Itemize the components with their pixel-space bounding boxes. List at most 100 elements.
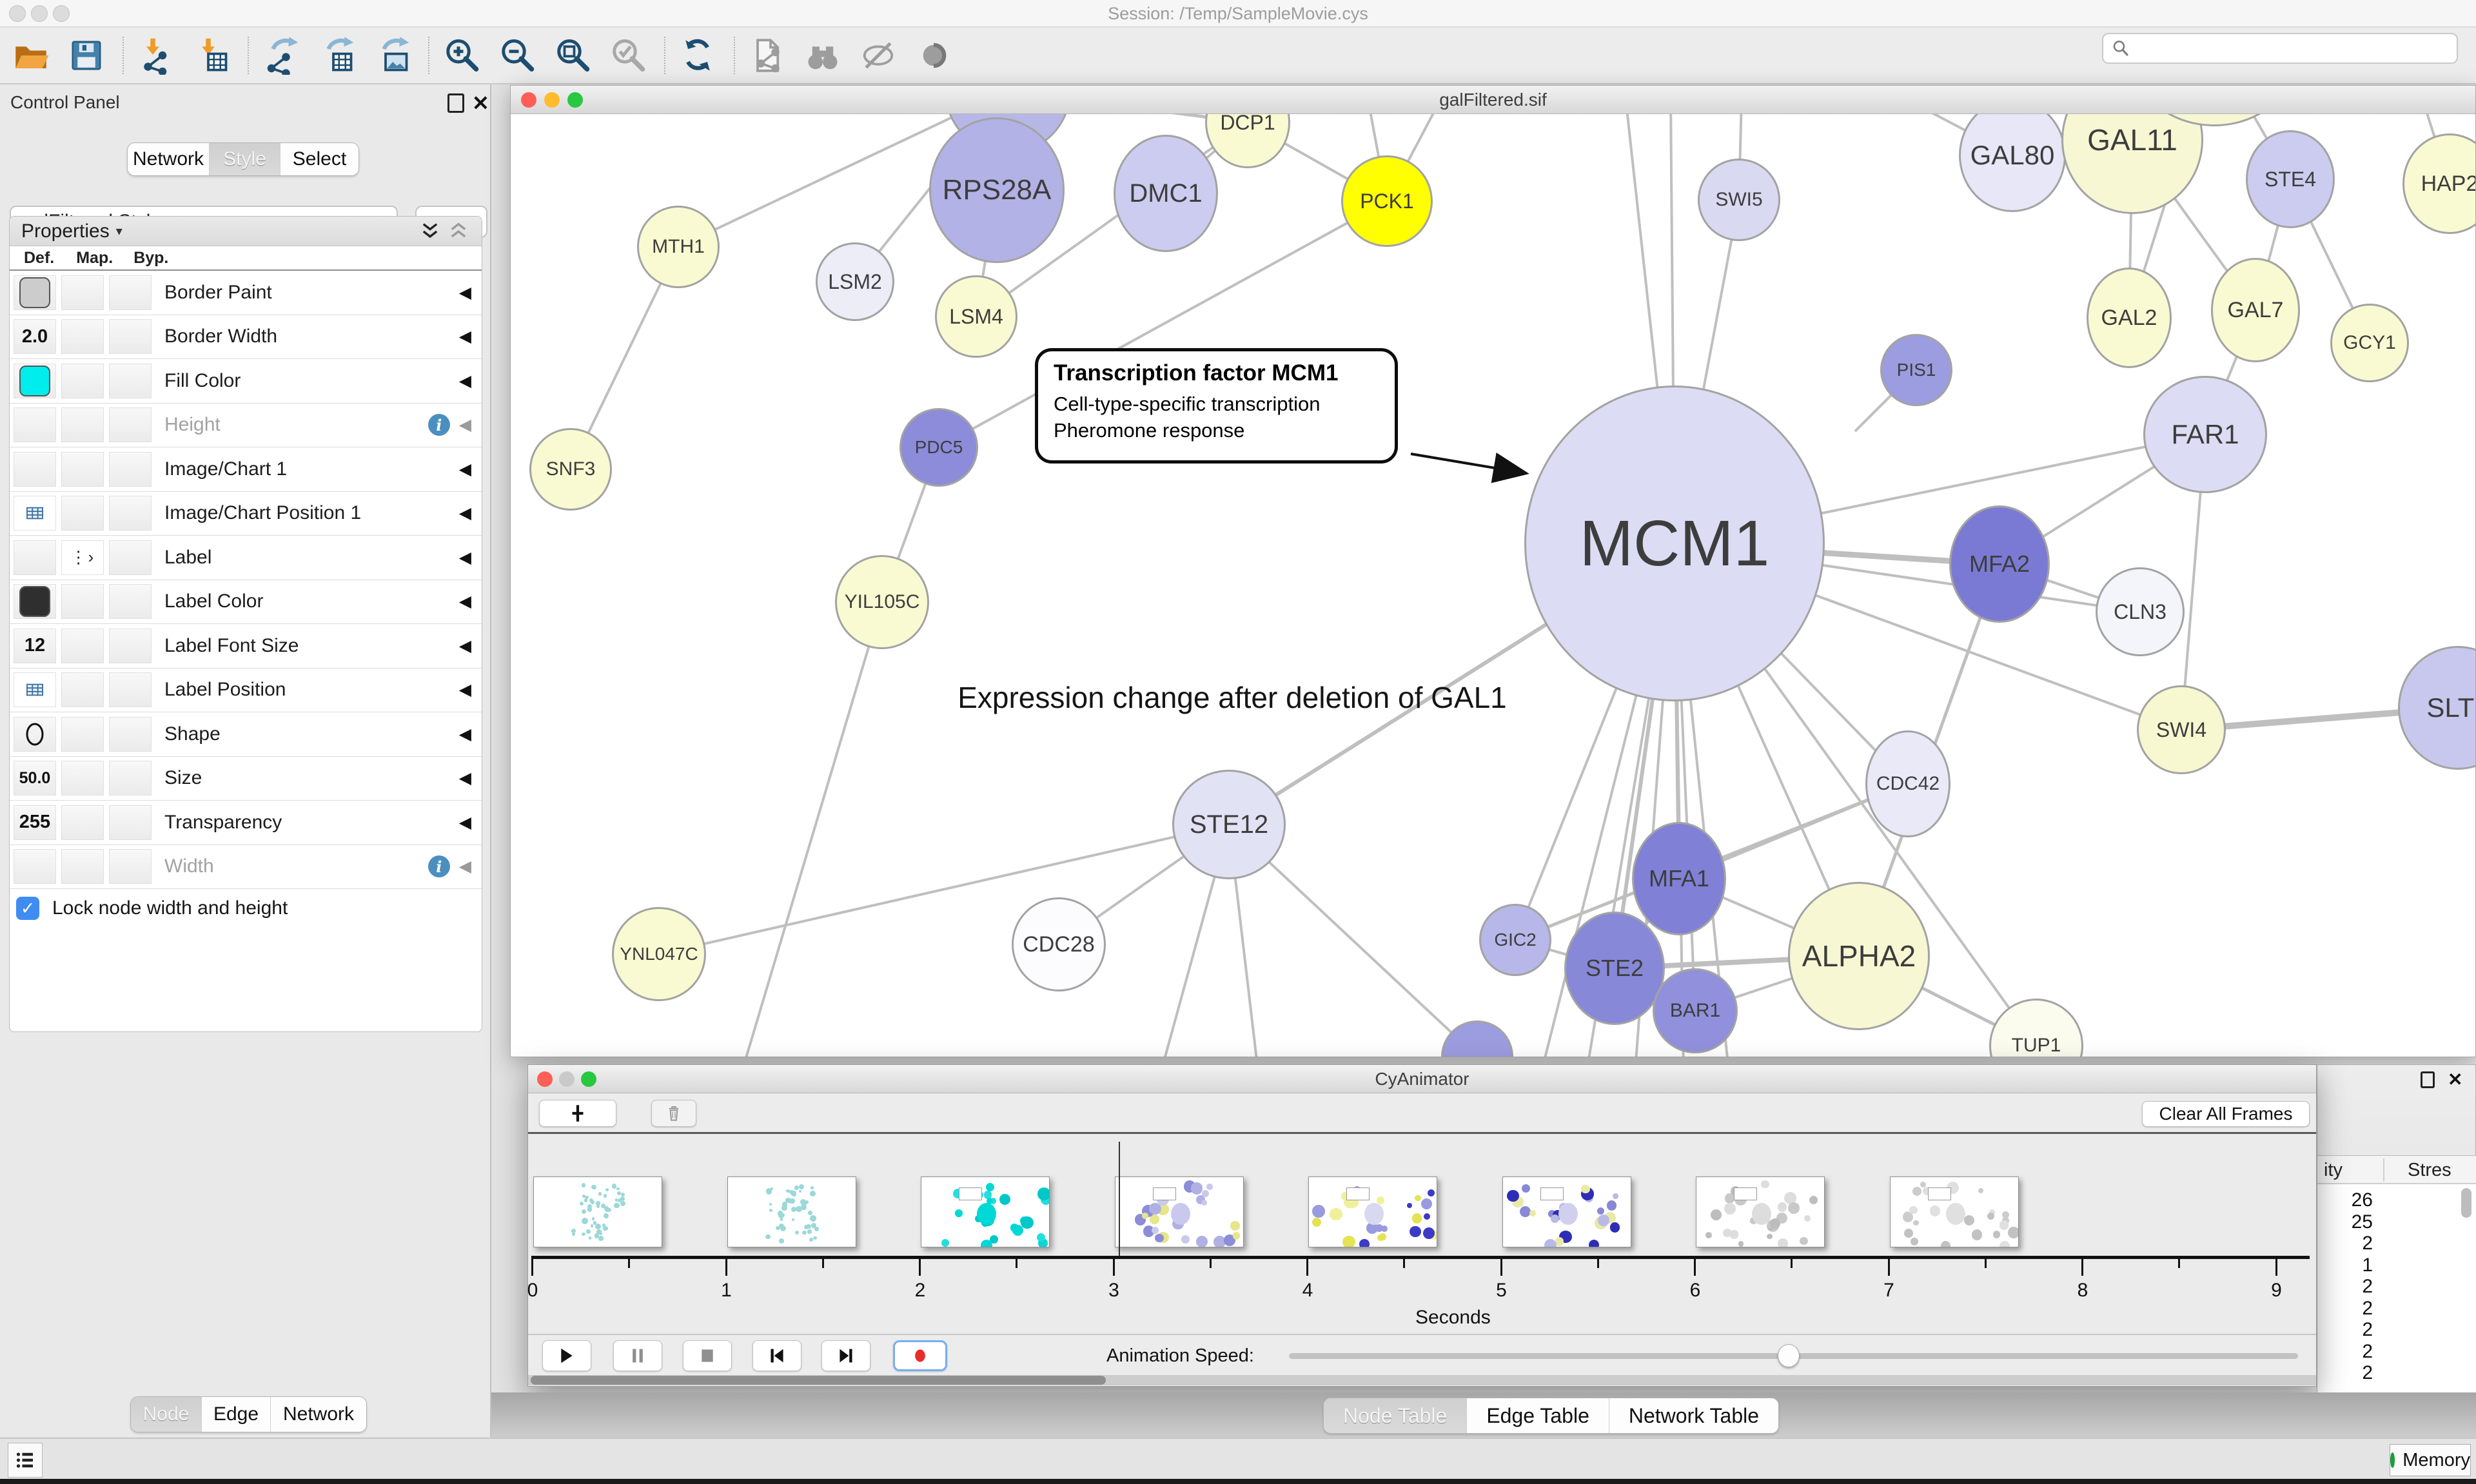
mapping-cell[interactable] (61, 452, 104, 487)
default-value-cell[interactable] (14, 540, 56, 575)
info-icon[interactable]: i (428, 855, 450, 877)
float-panel-icon[interactable] (447, 93, 464, 113)
expand-property-icon[interactable]: ◀ (459, 680, 471, 699)
lock-node-size-checkbox[interactable]: ✓ (16, 897, 39, 920)
stop-button[interactable] (683, 1340, 732, 1371)
expand-property-icon[interactable]: ◀ (459, 592, 471, 611)
tab-network-table[interactable]: Network Table (1609, 1398, 1778, 1433)
bypass-cell[interactable] (109, 805, 152, 840)
property-row-fill-color[interactable]: Fill Color◀ (10, 359, 482, 404)
mapping-cell[interactable] (61, 319, 104, 354)
show-panels-button[interactable] (8, 1443, 43, 1478)
table-cell-value[interactable]: 1 (2317, 1255, 2373, 1276)
timeline-playhead[interactable] (1119, 1142, 1120, 1258)
table-cell-value[interactable]: 2 (2317, 1233, 2373, 1255)
expand-property-icon[interactable]: ◀ (459, 460, 471, 479)
save-session-button[interactable] (64, 34, 108, 77)
animation-speed-slider[interactable] (1289, 1353, 2298, 1359)
find-button[interactable] (801, 34, 845, 77)
bypass-cell[interactable] (109, 629, 152, 663)
zoom-out-button[interactable] (495, 34, 539, 77)
clear-all-frames-button[interactable]: Clear All Frames (2142, 1101, 2310, 1127)
mapping-cell[interactable] (61, 496, 104, 531)
tab-edge-table[interactable]: Edge Table (1466, 1398, 1609, 1433)
expand-property-icon[interactable]: ◀ (459, 725, 471, 744)
frame-thumbnail-4[interactable] (1308, 1176, 1437, 1247)
default-value-cell[interactable]: 255 (14, 805, 56, 840)
property-row-border-paint[interactable]: Border Paint◀ (10, 271, 482, 315)
expand-property-icon[interactable]: ◀ (459, 857, 471, 876)
expand-property-icon[interactable]: ◀ (459, 813, 471, 832)
play-button[interactable] (542, 1340, 591, 1371)
default-value-cell[interactable]: 50.0 (14, 761, 56, 796)
default-value-cell[interactable] (14, 496, 56, 531)
frame-thumbnail-5[interactable] (1502, 1176, 1631, 1247)
tab-select[interactable]: Select (280, 143, 359, 175)
frame-thumbnail-1[interactable] (727, 1176, 856, 1247)
float-panel-icon[interactable] (2421, 1071, 2435, 1088)
expand-property-icon[interactable]: ◀ (459, 371, 471, 391)
table-cell-value[interactable]: 2 (2317, 1319, 2373, 1341)
hide-details-button[interactable] (856, 34, 900, 77)
open-session-button[interactable] (9, 34, 53, 77)
table-scrollbar[interactable] (2461, 1188, 2471, 1388)
timeline-scrollbar[interactable] (528, 1375, 2316, 1385)
table-cell-value[interactable]: 2 (2317, 1298, 2373, 1320)
frame-thumbnail-2[interactable] (921, 1176, 1050, 1247)
default-value-cell[interactable] (14, 452, 56, 487)
bypass-cell[interactable] (109, 407, 152, 442)
bypass-cell[interactable] (109, 584, 152, 619)
expand-property-icon[interactable]: ◀ (459, 636, 471, 656)
add-frame-button[interactable] (539, 1100, 616, 1127)
memory-button[interactable]: Memory (2390, 1444, 2471, 1476)
frame-thumbnail-6[interactable] (1696, 1176, 1825, 1247)
zoom-in-button[interactable] (440, 34, 484, 77)
property-row-border-width[interactable]: 2.0Border Width◀ (10, 315, 482, 360)
tab-style[interactable]: Style (209, 143, 280, 175)
expand-property-icon[interactable]: ◀ (459, 415, 471, 434)
default-value-cell[interactable]: 2.0 (14, 319, 56, 354)
tab-node[interactable]: Node (131, 1397, 201, 1432)
close-panel-icon[interactable]: ✕ (472, 91, 489, 115)
tab-network[interactable]: Network (128, 143, 209, 175)
cyanimator-timeline[interactable]: 0123456789 Seconds (528, 1134, 2316, 1334)
bypass-cell[interactable] (109, 717, 152, 752)
zoom-fit-button[interactable] (551, 34, 594, 77)
delete-frame-button[interactable] (651, 1100, 696, 1127)
export-network-button[interactable] (259, 34, 303, 77)
property-row-label-font-size[interactable]: 12Label Font Size◀ (10, 624, 482, 669)
import-network-button[interactable] (134, 34, 178, 77)
property-row-width[interactable]: Widthi◀ (10, 845, 482, 890)
tab-node-table[interactable]: Node Table (1324, 1398, 1466, 1433)
network-canvas[interactable]: RPS28BDCP1RPS28ADMC1PCK1SWI5GAL80GAL11ST… (511, 114, 2475, 1057)
first-neighbors-button[interactable] (676, 34, 720, 77)
property-row-image-chart-position-1[interactable]: Image/Chart Position 1◀ (10, 492, 482, 536)
default-value-cell[interactable] (14, 717, 56, 752)
expand-all-icon[interactable] (418, 220, 442, 242)
mapping-cell[interactable] (61, 805, 104, 840)
bypass-cell[interactable] (109, 496, 152, 531)
table-cell-value[interactable]: 2 (2317, 1341, 2373, 1363)
mapping-cell[interactable] (61, 761, 104, 796)
expand-property-icon[interactable]: ◀ (459, 327, 471, 346)
new-network-button[interactable] (745, 34, 789, 77)
property-row-image-chart-1[interactable]: Image/Chart 1◀ (10, 447, 482, 492)
mapping-cell[interactable]: ⋮› (61, 540, 104, 575)
tab-edge[interactable]: Edge (201, 1397, 270, 1432)
import-table-button[interactable] (190, 34, 233, 77)
show-details-button[interactable] (912, 34, 956, 77)
mapping-cell[interactable] (61, 849, 104, 884)
scrollbar-thumb[interactable] (531, 1376, 1106, 1385)
property-row-label-color[interactable]: Label Color◀ (10, 580, 482, 625)
table-col-header-2[interactable]: Stres (2408, 1160, 2451, 1181)
close-panel-icon[interactable]: ✕ (2448, 1069, 2462, 1090)
bypass-cell[interactable] (109, 275, 152, 310)
property-row-size[interactable]: 50.0Size◀ (10, 757, 482, 801)
record-button[interactable] (893, 1340, 947, 1371)
default-value-cell[interactable] (14, 407, 56, 442)
property-row-transparency[interactable]: 255Transparency◀ (10, 801, 482, 845)
property-row-label[interactable]: ⋮›Label◀ (10, 536, 482, 580)
cyanimator-titlebar[interactable]: CyAnimator (528, 1065, 2316, 1093)
default-value-cell[interactable] (14, 275, 56, 310)
network-window-titlebar[interactable]: galFiltered.sif (511, 86, 2475, 114)
